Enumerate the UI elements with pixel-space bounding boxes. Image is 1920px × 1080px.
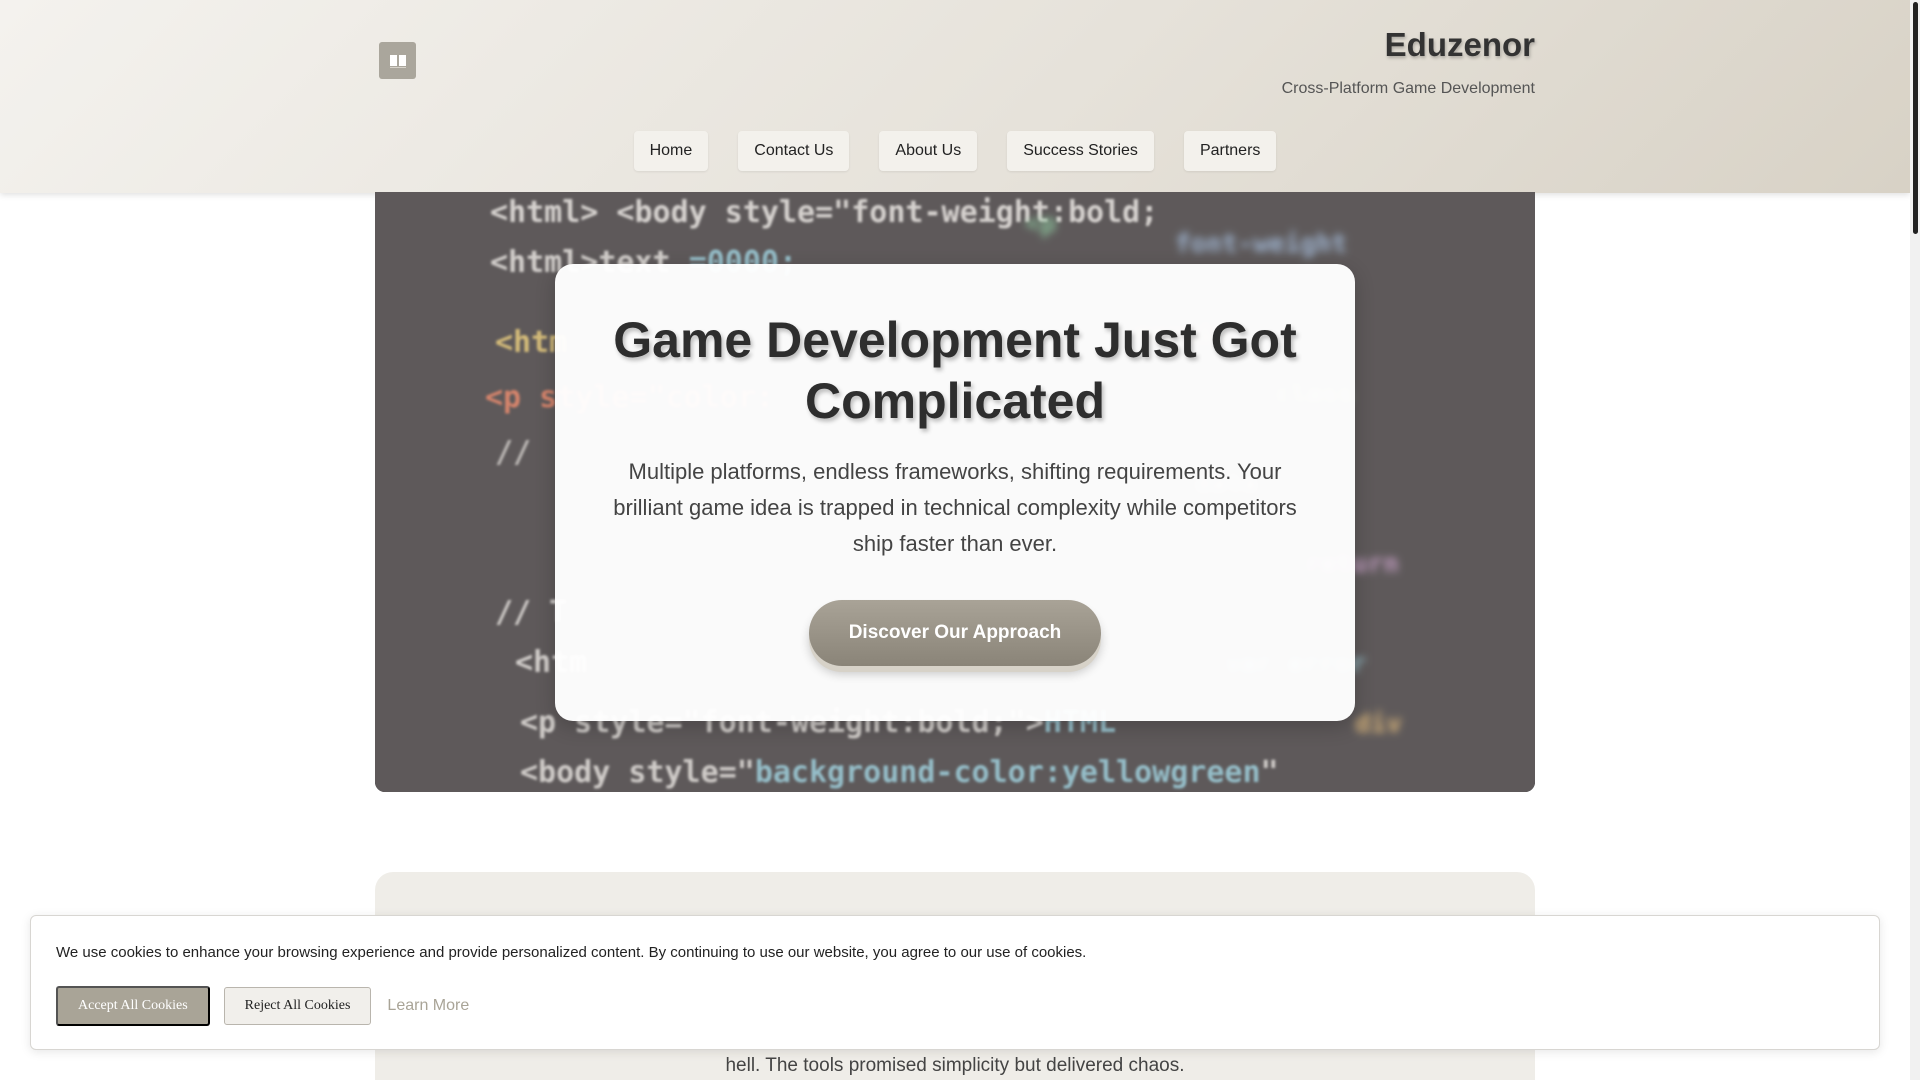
brand-tagline: Cross-Platform Game Development [1281, 80, 1535, 97]
nav-partners[interactable]: Partners [1183, 131, 1277, 171]
book-icon [389, 54, 406, 68]
hero-title: Game Development Just Got Complicated [613, 312, 1297, 429]
scrollbar[interactable] [1910, 0, 1920, 1080]
main-nav: Home Contact Us About Us Success Stories… [0, 131, 1910, 171]
cookie-actions: Accept All Cookies Reject All Cookies Le… [56, 986, 469, 1026]
nav-about-us[interactable]: About Us [879, 131, 978, 171]
site-header: Eduzenor Cross-Platform Game Development… [0, 0, 1910, 193]
discover-approach-button[interactable]: Discover Our Approach [808, 600, 1102, 666]
hero-description: Multiple platforms, endless frameworks, … [613, 459, 1297, 556]
brand: Eduzenor Cross-Platform Game Development [1282, 26, 1535, 98]
accept-cookies-button[interactable]: Accept All Cookies [56, 986, 210, 1026]
hero-card: Game Development Just Got Complicated Mu… [555, 264, 1355, 721]
hero-section: <html> <body style="font-weight:bold; <h… [375, 192, 1535, 792]
learn-more-link[interactable]: Learn More [387, 997, 469, 1015]
brand-name[interactable]: Eduzenor [1282, 26, 1535, 64]
cookie-banner: We use cookies to enhance your browsing … [30, 915, 1880, 1050]
scrollbar-thumb[interactable] [1913, 2, 1918, 234]
reject-cookies-button[interactable]: Reject All Cookies [223, 987, 372, 1025]
nav-contact-us[interactable]: Contact Us [738, 131, 850, 171]
nav-success-stories[interactable]: Success Stories [1007, 131, 1154, 171]
section-text: hell. The tools promised simplicity but … [725, 1055, 1185, 1076]
logo[interactable] [379, 42, 416, 79]
cookie-message: We use cookies to enhance your browsing … [56, 944, 1087, 961]
nav-home[interactable]: Home [633, 131, 709, 171]
